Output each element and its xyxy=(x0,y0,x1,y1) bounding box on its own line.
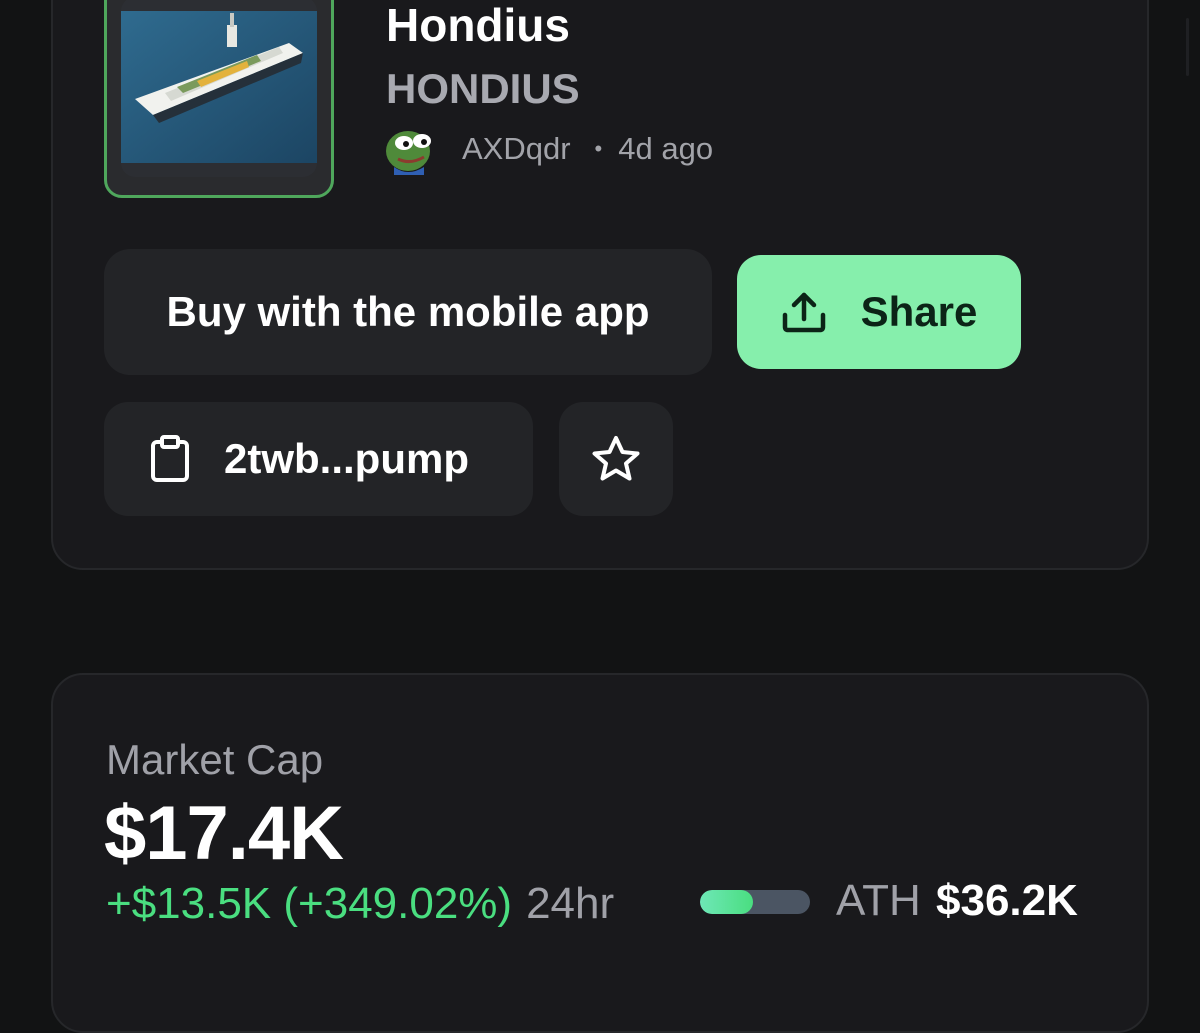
star-icon xyxy=(592,436,640,481)
token-name: Hondius xyxy=(386,0,570,51)
market-cap-change-row: +$13.5K (+349.02%) 24hr xyxy=(106,876,614,932)
ath-label: ATH xyxy=(836,876,921,925)
scrollbar[interactable] xyxy=(1186,18,1189,76)
market-cap-value: $17.4K xyxy=(104,791,344,876)
share-button[interactable]: Share xyxy=(737,255,1021,369)
meta-separator: • xyxy=(594,136,603,161)
contract-address: 2twb...pump xyxy=(224,435,469,482)
ath-progress-bar xyxy=(700,890,810,914)
market-cap-change: +$13.5K (+349.02%) xyxy=(106,879,513,928)
pepe-avatar-icon[interactable] xyxy=(384,123,436,175)
buy-button-label: Buy with the mobile app xyxy=(166,288,650,335)
buy-mobile-app-button[interactable]: Buy with the mobile app xyxy=(104,249,712,375)
share-upload-icon xyxy=(782,292,825,333)
favorite-button[interactable] xyxy=(559,402,673,516)
ship-image xyxy=(121,0,317,177)
clipboard-icon xyxy=(151,435,189,482)
token-image[interactable] xyxy=(104,0,334,198)
created-age: 4d ago xyxy=(618,131,714,166)
copy-contract-button[interactable]: 2twb...pump xyxy=(104,402,533,516)
market-cap-label: Market Cap xyxy=(106,736,324,783)
ath-progress-fill xyxy=(700,890,753,914)
creator-username[interactable]: AXDqdr xyxy=(462,131,571,167)
ath-value: $36.2K xyxy=(936,876,1078,925)
token-ticker: HONDIUS xyxy=(386,65,580,112)
change-period: 24hr xyxy=(526,879,615,928)
creator-row: AXDqdr • 4d ago xyxy=(384,123,714,175)
share-button-label: Share xyxy=(860,288,978,335)
